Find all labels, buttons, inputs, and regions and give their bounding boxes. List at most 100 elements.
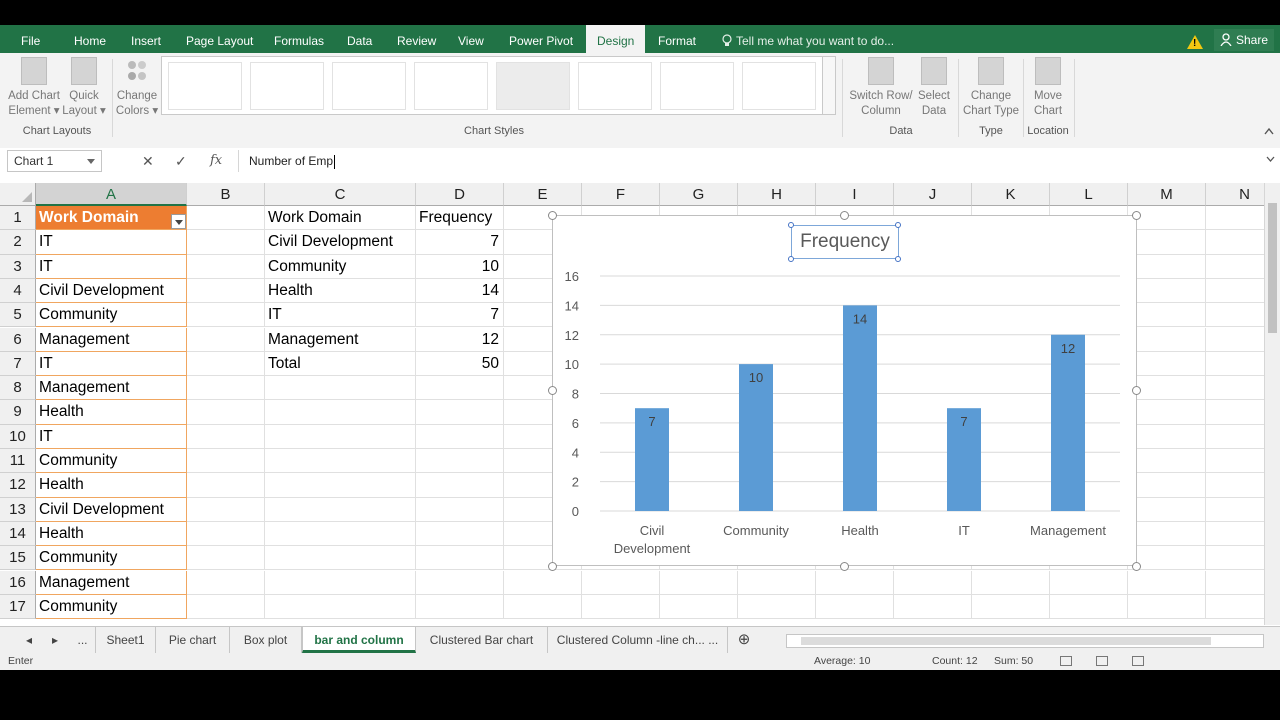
tab-insert[interactable]: Insert: [131, 25, 161, 53]
summary-label-cell[interactable]: Health: [265, 278, 416, 304]
cell[interactable]: [187, 424, 265, 449]
resize-handle[interactable]: [548, 562, 557, 571]
row-header-2[interactable]: 2: [0, 230, 36, 255]
sheet-tab-clustered-bar-chart[interactable]: Clustered Bar chart: [416, 627, 548, 653]
cell[interactable]: [1206, 473, 1264, 498]
column-header-b[interactable]: B: [187, 183, 265, 206]
cell[interactable]: [1128, 521, 1206, 547]
row-header-12[interactable]: 12: [0, 473, 36, 498]
summary-value-cell[interactable]: 10: [416, 254, 504, 279]
chart-style-8[interactable]: [742, 62, 816, 110]
cell[interactable]: [187, 546, 265, 571]
enter-icon[interactable]: ✓: [175, 150, 187, 172]
summary-header-cell[interactable]: Work Domain: [265, 206, 416, 231]
column-header-n[interactable]: N: [1206, 183, 1264, 206]
column-header-g[interactable]: G: [660, 183, 738, 206]
table-cell[interactable]: IT: [36, 230, 187, 255]
cell[interactable]: [265, 400, 416, 425]
tab-review[interactable]: Review: [397, 25, 436, 53]
cell[interactable]: [1206, 255, 1264, 279]
cancel-icon[interactable]: ✕: [142, 150, 154, 172]
cell[interactable]: [1206, 498, 1264, 522]
resize-handle[interactable]: [1132, 211, 1141, 220]
switch-row-column-button[interactable]: Switch Row/ Column: [846, 57, 916, 119]
chart-area[interactable]: 0 2 4 6 8 10 12 14 16 7 Civil Development 10 Communit…: [548, 211, 1141, 571]
resize-handle[interactable]: [1132, 386, 1141, 395]
tab-formulas[interactable]: Formulas: [274, 25, 324, 53]
table-cell[interactable]: Health: [36, 400, 187, 425]
cell[interactable]: [582, 594, 660, 620]
tab-design[interactable]: Design: [586, 25, 646, 54]
insert-function-icon[interactable]: fx: [210, 150, 222, 172]
cell[interactable]: [1206, 546, 1264, 571]
cell[interactable]: [1128, 303, 1206, 328]
select-data-button[interactable]: Select Data: [914, 57, 954, 119]
cell[interactable]: [187, 206, 265, 231]
row-header-10[interactable]: 10: [0, 424, 36, 449]
column-header-k[interactable]: K: [972, 183, 1050, 206]
summary-value-cell[interactable]: 12: [416, 327, 504, 352]
summary-value-cell[interactable]: 50: [416, 351, 504, 377]
add-chart-element-button[interactable]: Add Chart Element ▾: [6, 57, 62, 119]
resize-handle[interactable]: [548, 211, 557, 220]
cell[interactable]: [1206, 279, 1264, 304]
chart-style-4[interactable]: [414, 62, 488, 110]
cell[interactable]: [265, 594, 416, 620]
cell[interactable]: [1206, 206, 1264, 231]
vertical-scrollbar[interactable]: [1264, 183, 1280, 625]
cell[interactable]: [187, 254, 265, 279]
vertical-scroll-thumb[interactable]: [1268, 203, 1277, 333]
table-header-cell[interactable]: Work Domain: [36, 206, 187, 231]
cell[interactable]: [416, 521, 504, 547]
horizontal-scroll-thumb[interactable]: [801, 637, 1211, 645]
column-header-c[interactable]: C: [265, 183, 416, 206]
cell[interactable]: [187, 327, 265, 352]
change-colors-button[interactable]: Change Colors ▾: [114, 57, 160, 119]
tab-view[interactable]: View: [458, 25, 484, 53]
tab-file[interactable]: File: [21, 25, 40, 53]
cell[interactable]: [1206, 352, 1264, 377]
cell[interactable]: [187, 497, 265, 522]
filter-dropdown-icon[interactable]: [171, 214, 186, 229]
quick-layout-button[interactable]: Quick Layout ▾: [62, 57, 106, 119]
table-cell[interactable]: IT: [36, 424, 187, 449]
chart-style-5[interactable]: [496, 62, 570, 110]
cell[interactable]: [972, 570, 1050, 595]
cell[interactable]: [1128, 594, 1206, 620]
cell[interactable]: [187, 449, 265, 474]
cell[interactable]: [1128, 327, 1206, 352]
plot-area[interactable]: 0 2 4 6 8 10 12 14 16 7 Civil Development 10 Communit…: [553, 216, 1138, 567]
cell[interactable]: [1206, 328, 1264, 352]
cell[interactable]: [416, 546, 504, 571]
table-cell[interactable]: Civil Development: [36, 497, 187, 522]
cell[interactable]: [894, 594, 972, 620]
cell[interactable]: [187, 230, 265, 255]
row-header-17[interactable]: 17: [0, 594, 36, 620]
tab-data[interactable]: Data: [347, 25, 372, 53]
row-header-13[interactable]: 13: [0, 497, 36, 522]
summary-label-cell[interactable]: Total: [265, 351, 416, 377]
cell[interactable]: [1128, 278, 1206, 304]
cell[interactable]: [265, 570, 416, 595]
column-header-d[interactable]: D: [416, 183, 504, 206]
column-header-m[interactable]: M: [1128, 183, 1206, 206]
cell[interactable]: [187, 303, 265, 328]
column-header-j[interactable]: J: [894, 183, 972, 206]
more-sheets-button[interactable]: ...: [70, 627, 96, 653]
resize-handle[interactable]: [840, 211, 849, 220]
summary-label-cell[interactable]: Community: [265, 254, 416, 279]
row-header-15[interactable]: 15: [0, 546, 36, 571]
summary-label-cell[interactable]: IT: [265, 303, 416, 328]
change-chart-type-button[interactable]: Change Chart Type: [960, 57, 1022, 119]
cell[interactable]: [738, 570, 816, 595]
cell[interactable]: [187, 570, 265, 595]
row-header-16[interactable]: 16: [0, 570, 36, 595]
cell[interactable]: [1128, 424, 1206, 449]
cell[interactable]: [416, 594, 504, 620]
chart-style-6[interactable]: [578, 62, 652, 110]
cell[interactable]: [187, 376, 265, 401]
chart-style-2[interactable]: [250, 62, 324, 110]
row-header-8[interactable]: 8: [0, 376, 36, 401]
page-break-view-icon[interactable]: [1132, 656, 1144, 666]
sheet-tab-bar-and-column[interactable]: bar and column: [302, 627, 416, 653]
